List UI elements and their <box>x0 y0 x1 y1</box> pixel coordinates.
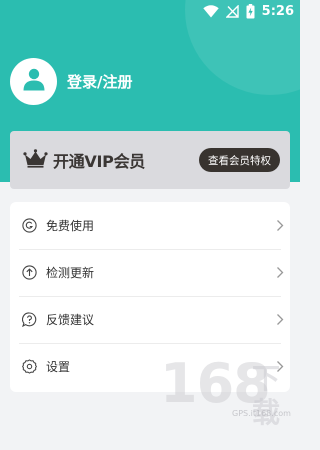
chevron-right-icon <box>276 266 284 279</box>
login-register-link[interactable]: 登录/注册 <box>67 71 132 92</box>
menu-item-label: 反馈建议 <box>46 313 95 327</box>
gear-icon <box>21 358 38 375</box>
vip-card[interactable]: 开通VIP会员 查看会员特权 <box>10 131 290 189</box>
chevron-right-icon <box>276 219 284 232</box>
signal-off-icon <box>225 4 239 18</box>
watermark: 168 下载 GPS.it168.com <box>160 352 300 429</box>
avatar[interactable] <box>10 57 57 105</box>
menu-item-label: 检测更新 <box>46 266 95 280</box>
menu-item-feedback[interactable]: 反馈建议 <box>10 296 290 343</box>
vip-title: 开通VIP会员 <box>53 152 145 171</box>
status-time: 5:26 <box>261 3 294 19</box>
arrow-up-circle-icon <box>21 264 38 281</box>
battery-charging-icon <box>246 3 255 19</box>
wifi-icon <box>202 4 219 18</box>
question-bubble-icon <box>21 311 38 328</box>
profile-area[interactable]: 登录/注册 <box>10 57 132 105</box>
menu-item-label: 免费使用 <box>46 219 95 233</box>
chevron-right-icon <box>276 313 284 326</box>
menu-item-free-use[interactable]: 免费使用 <box>10 202 290 249</box>
crown-icon <box>23 148 48 172</box>
status-bar: 5:26 <box>0 0 300 22</box>
g-circle-icon <box>21 217 38 234</box>
view-vip-privileges-button[interactable]: 查看会员特权 <box>199 148 280 172</box>
menu-item-check-update[interactable]: 检测更新 <box>10 249 290 296</box>
user-icon <box>22 67 46 95</box>
watermark-text: 下载 <box>252 362 280 429</box>
watermark-url: GPS.it168.com <box>232 409 291 418</box>
vip-info: 开通VIP会员 <box>23 148 145 172</box>
menu-item-label: 设置 <box>46 360 71 374</box>
